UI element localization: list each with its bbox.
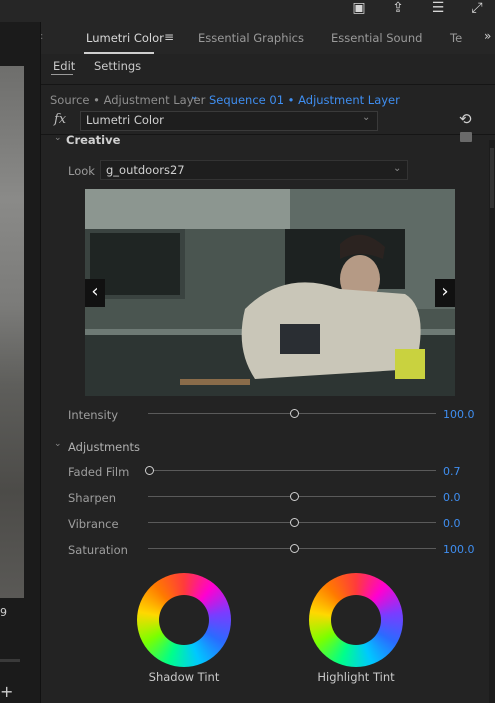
- vibrance-label: Vibrance: [68, 517, 119, 531]
- previous-look-button[interactable]: ‹: [85, 279, 105, 307]
- sharpen-value[interactable]: 0.0: [443, 491, 461, 504]
- subtab-edit[interactable]: Edit: [53, 59, 75, 73]
- tab-lumetri-color[interactable]: Lumetri Color: [86, 31, 164, 45]
- chevron-down-icon[interactable]: ⌄: [54, 133, 62, 143]
- tab-truncated[interactable]: Te: [450, 31, 462, 45]
- creative-section-header[interactable]: Creative: [66, 133, 120, 147]
- reset-icon[interactable]: ⟲: [459, 110, 472, 128]
- chevron-down-icon[interactable]: ⌄: [54, 439, 62, 449]
- panel-scrollbar-thumb[interactable]: [490, 148, 494, 208]
- timecode-fragment: 9: [0, 606, 7, 619]
- app-top-bar: [0, 0, 495, 22]
- subtab-edit-indicator: [51, 74, 73, 75]
- workspace-settings-icon[interactable]: ☰: [426, 0, 450, 18]
- adjustments-section-header[interactable]: Adjustments: [68, 440, 140, 454]
- subtab-settings[interactable]: Settings: [94, 59, 141, 73]
- monitor-zoom-bar[interactable]: [0, 659, 20, 662]
- sharpen-slider-thumb[interactable]: [290, 492, 299, 501]
- saturation-value[interactable]: 100.0: [443, 543, 475, 556]
- look-select-value: g_outdoors27: [106, 163, 185, 177]
- sequence-clip-label[interactable]: Sequence 01 • Adjustment Layer: [209, 93, 400, 107]
- effect-select-value: Lumetri Color: [86, 113, 164, 127]
- source-clip-label[interactable]: Source • Adjustment Layer: [50, 93, 205, 107]
- shadow-tint-label: Shadow Tint: [148, 670, 220, 684]
- tab-essential-sound[interactable]: Essential Sound: [331, 31, 422, 45]
- tab-scroll-icon[interactable]: :: [40, 31, 43, 42]
- fx-icon[interactable]: fx: [54, 112, 66, 127]
- saturation-label: Saturation: [68, 543, 128, 557]
- share-icon[interactable]: ⇪: [386, 0, 410, 18]
- add-button[interactable]: +: [0, 682, 13, 701]
- faded-film-label: Faded Film: [68, 465, 130, 479]
- double-chevron-right-icon[interactable]: »: [484, 29, 491, 43]
- tab-essential-graphics[interactable]: Essential Graphics: [198, 31, 304, 45]
- highlight-tint-wheel-center: [331, 595, 381, 645]
- faded-film-slider-track[interactable]: [148, 470, 436, 471]
- look-preview-image: [85, 189, 455, 396]
- saturation-slider-thumb[interactable]: [290, 544, 299, 553]
- highlight-tint-label: Highlight Tint: [317, 670, 395, 684]
- fullscreen-icon[interactable]: ⤢: [465, 0, 489, 18]
- chevron-down-icon[interactable]: ⌄: [190, 91, 198, 102]
- look-label: Look: [68, 164, 95, 178]
- intensity-value[interactable]: 100.0: [443, 408, 475, 421]
- sharpen-label: Sharpen: [68, 491, 117, 505]
- faded-film-value[interactable]: 0.7: [443, 465, 461, 478]
- shadow-tint-wheel-center: [159, 595, 209, 645]
- intensity-label: Intensity: [68, 408, 119, 422]
- chevron-down-icon: ⌄: [362, 112, 371, 123]
- vibrance-slider-thumb[interactable]: [290, 518, 299, 527]
- intensity-slider-thumb[interactable]: [290, 409, 299, 418]
- export-frame-icon[interactable]: ▣: [347, 0, 371, 18]
- program-monitor-video: [0, 66, 24, 598]
- creative-enable-checkbox[interactable]: [460, 132, 472, 142]
- hamburger-icon[interactable]: ≡: [164, 30, 174, 44]
- next-look-button[interactable]: ›: [435, 279, 455, 307]
- panel-scrollbar[interactable]: [489, 140, 495, 703]
- vibrance-value[interactable]: 0.0: [443, 517, 461, 530]
- faded-film-slider-thumb[interactable]: [145, 466, 154, 475]
- chevron-down-icon: ⌄: [393, 163, 402, 174]
